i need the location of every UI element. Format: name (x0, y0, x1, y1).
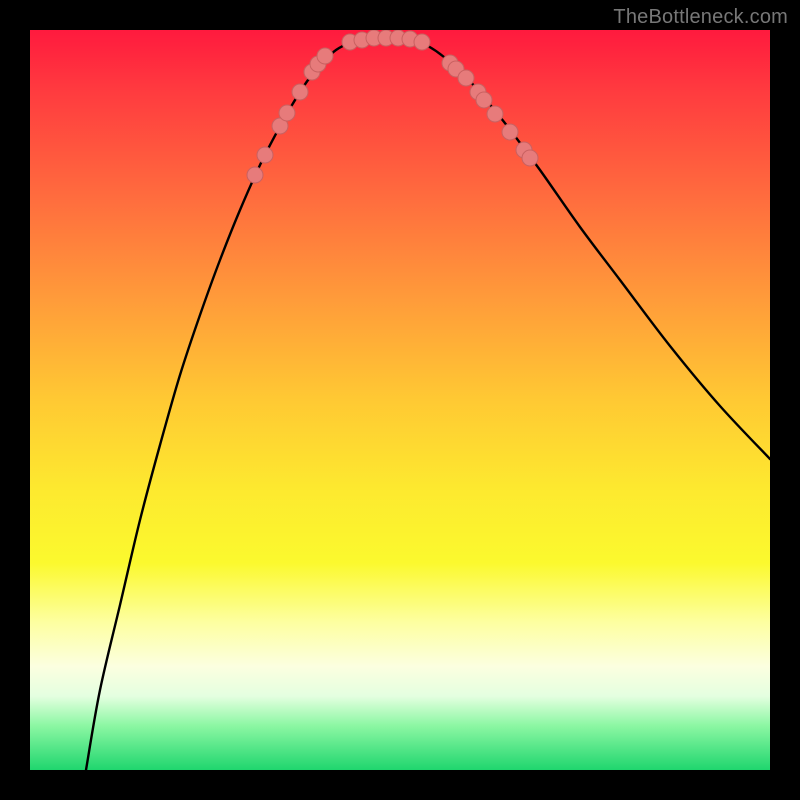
highlight-dot (522, 150, 538, 166)
highlight-dot (476, 92, 492, 108)
highlight-dot (279, 105, 295, 121)
highlight-dot (487, 106, 503, 122)
highlight-dot (257, 147, 273, 163)
highlight-dot (458, 70, 474, 86)
watermark-text: TheBottleneck.com (613, 6, 788, 29)
plot-area (30, 30, 770, 770)
highlight-dots (247, 30, 538, 183)
bottleneck-curve (86, 37, 770, 770)
highlight-dot (317, 48, 333, 64)
highlight-dot (292, 84, 308, 100)
chart-svg (30, 30, 770, 770)
outer-frame: TheBottleneck.com (0, 0, 800, 800)
highlight-dot (414, 34, 430, 50)
highlight-dot (502, 124, 518, 140)
highlight-dot (247, 167, 263, 183)
curve-group (86, 37, 770, 770)
